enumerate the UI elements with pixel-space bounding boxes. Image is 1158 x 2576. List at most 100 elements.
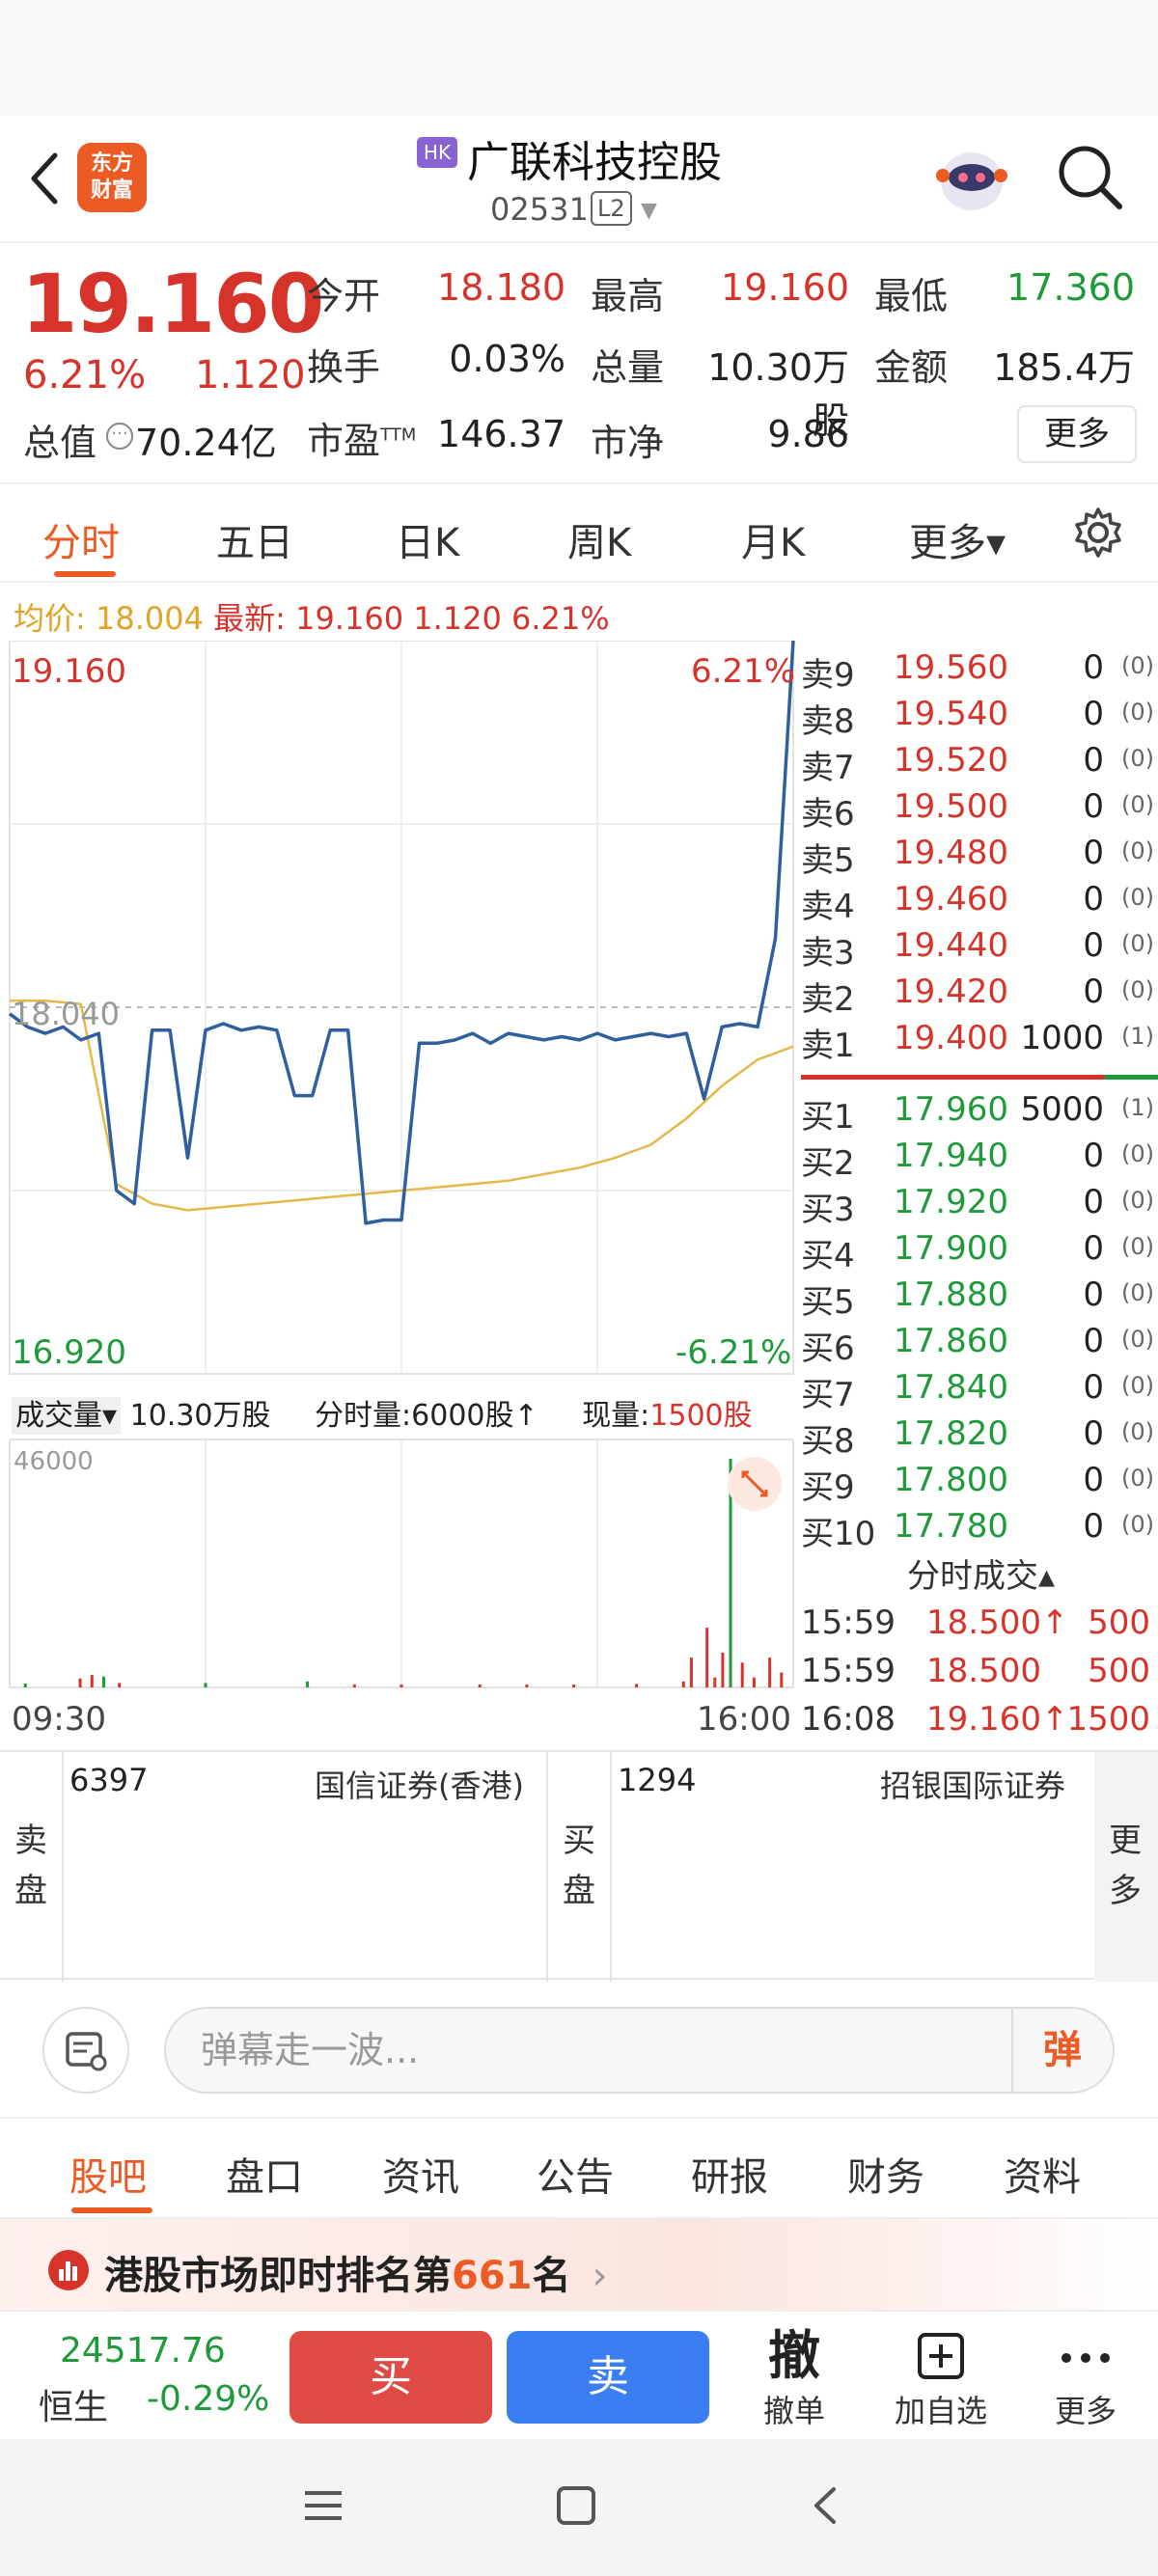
- orderbook-price: 17.800: [894, 1461, 1008, 1499]
- order-book: 卖9 19.560 0 (0) 卖8 19.540 0 (0) 卖7 19.520 0 (0) 卖6 19…: [801, 641, 1158, 1549]
- tab-research[interactable]: 研报: [691, 2146, 768, 2202]
- tab-weekly-k[interactable]: 周K: [567, 511, 631, 567]
- orderbook-row[interactable]: 卖5 19.480 0 (0): [801, 830, 1158, 880]
- more-brokers-button[interactable]: 更 多: [1094, 1752, 1158, 1982]
- orderbook-row[interactable]: 卖1 19.400 1000 (1): [801, 1015, 1158, 1065]
- orderbook-row[interactable]: 买4 17.900 0 (0): [801, 1225, 1158, 1275]
- more-actions-label: 更多: [1054, 2393, 1117, 2429]
- sell-broker-name[interactable]: 国信证券(香港): [315, 1762, 524, 1806]
- orderbook-price: 17.920: [894, 1183, 1008, 1221]
- tab-forum[interactable]: 股吧: [69, 2146, 147, 2202]
- expand-chart-button[interactable]: [728, 1457, 782, 1511]
- orderbook-row[interactable]: 买5 17.880 0 (0): [801, 1272, 1158, 1322]
- tick-volume: 分时量:6000股↑: [315, 1399, 538, 1433]
- chevron-down-icon[interactable]: ▼: [641, 199, 657, 223]
- orderbook-row[interactable]: 卖4 19.460 0 (0): [801, 876, 1158, 926]
- orderbook-count: (0): [1121, 1511, 1154, 1538]
- tab-market-depth[interactable]: 盘口: [226, 2146, 303, 2202]
- orderbook-count: (1): [1121, 1094, 1154, 1121]
- menu-icon[interactable]: [299, 2481, 347, 2530]
- back-button[interactable]: [21, 145, 69, 212]
- tab-monthly-k[interactable]: 月K: [741, 511, 805, 567]
- index-name[interactable]: 恒生: [39, 2379, 108, 2429]
- add-watchlist-button[interactable]: 加自选: [888, 2325, 994, 2431]
- danmaku-send-button[interactable]: 弹: [1011, 2009, 1112, 2092]
- volume-type-dropdown[interactable]: 成交量▾: [12, 1397, 122, 1435]
- tab-daily-k[interactable]: 日K: [396, 511, 459, 567]
- tick-volume: 500: [1088, 1652, 1150, 1690]
- divider: [62, 1752, 64, 1982]
- back-nav-icon[interactable]: [803, 2481, 851, 2530]
- orderbook-qty: 0: [1083, 787, 1104, 826]
- orderbook-price: 17.900: [894, 1229, 1008, 1268]
- orderbook-row[interactable]: 买8 17.820 0 (0): [801, 1411, 1158, 1461]
- volume-max-label: 46000: [14, 1447, 94, 1476]
- search-button[interactable]: [1052, 139, 1129, 216]
- index-percent[interactable]: -0.29%: [147, 2379, 269, 2419]
- level2-badge: L2: [591, 191, 632, 226]
- add-square-icon: [888, 2325, 994, 2387]
- tab-five-day[interactable]: 五日: [216, 511, 293, 567]
- orderbook-price: 19.520: [894, 741, 1008, 780]
- tab-more[interactable]: 更多▾: [909, 511, 1006, 567]
- orderbook-qty: 0: [1083, 741, 1104, 780]
- orderbook-divider: [801, 1075, 1158, 1080]
- orderbook-row[interactable]: 卖9 19.560 0 (0): [801, 644, 1158, 695]
- orderbook-row[interactable]: 买3 17.920 0 (0): [801, 1179, 1158, 1229]
- more-quote-button[interactable]: 更多: [1017, 405, 1137, 463]
- y-bottom-label: 16.920: [12, 1333, 126, 1372]
- cancel-order-button[interactable]: 撤 撤单: [741, 2325, 847, 2431]
- orderbook-level: 买7: [801, 1376, 855, 1414]
- buy-broker-name[interactable]: 招银国际证券: [880, 1762, 1065, 1806]
- orderbook-price: 19.460: [894, 880, 1008, 918]
- orderbook-level: 买8: [801, 1422, 855, 1461]
- app-logo[interactable]: 东方 财富: [77, 143, 147, 212]
- index-value[interactable]: 24517.76: [60, 2331, 226, 2370]
- orderbook-row[interactable]: 买9 17.800 0 (0): [801, 1457, 1158, 1507]
- orderbook-count: (0): [1121, 652, 1154, 679]
- danmaku-settings-button[interactable]: [42, 2007, 129, 2094]
- low-value: 17.360: [1006, 266, 1135, 309]
- home-icon[interactable]: [552, 2481, 600, 2530]
- change-percent: 6.21%: [23, 353, 147, 397]
- tab-profile[interactable]: 资料: [1004, 2146, 1081, 2202]
- latest-percent: 6.21%: [511, 600, 610, 637]
- danmaku-input[interactable]: 弹幕走一波...: [164, 2007, 1115, 2094]
- orderbook-row[interactable]: 买10 17.780 0 (0): [801, 1503, 1158, 1549]
- more-actions-button[interactable]: 更多: [1033, 2325, 1139, 2431]
- buy-side-label: 买 盘: [563, 1822, 595, 1910]
- market-badge: HK: [417, 137, 457, 168]
- orderbook-row[interactable]: 买7 17.840 0 (0): [801, 1364, 1158, 1414]
- buy-broker-id: 1294: [618, 1762, 697, 1798]
- orderbook-row[interactable]: 卖8 19.540 0 (0): [801, 691, 1158, 741]
- stock-code[interactable]: 02531: [490, 191, 589, 228]
- ranking-banner[interactable]: 港股市场即时排名第661名 ›: [0, 2219, 1158, 2310]
- tick-price: 19.160↑: [926, 1700, 1069, 1739]
- orderbook-row[interactable]: 卖2 19.420 0 (0): [801, 969, 1158, 1019]
- orderbook-level: 卖5: [801, 841, 855, 880]
- tab-intraday[interactable]: 分时: [42, 511, 120, 567]
- back-arrow-icon: [31, 152, 58, 205]
- intraday-chart[interactable]: 19.160 6.21% 18.040 16.920 -6.21% 成交量▾ 1…: [0, 641, 797, 1750]
- orderbook-row[interactable]: 买6 17.860 0 (0): [801, 1318, 1158, 1368]
- orderbook-qty: 0: [1083, 973, 1104, 1011]
- buy-button[interactable]: 买: [290, 2331, 492, 2424]
- orderbook-price: 17.960: [894, 1090, 1008, 1129]
- orderbook-count: (0): [1121, 884, 1154, 911]
- orderbook-row[interactable]: 卖3 19.440 0 (0): [801, 922, 1158, 973]
- orderbook-row[interactable]: 卖6 19.500 0 (0): [801, 783, 1158, 834]
- settings-button[interactable]: [1071, 506, 1125, 560]
- tab-financials[interactable]: 财务: [847, 2146, 924, 2202]
- orderbook-row[interactable]: 买2 17.940 0 (0): [801, 1133, 1158, 1183]
- sell-button[interactable]: 卖: [507, 2331, 709, 2424]
- tab-news[interactable]: 资讯: [382, 2146, 459, 2202]
- tick-trades-title[interactable]: 分时成交▴: [907, 1549, 1055, 1597]
- info-icon[interactable]: ···: [106, 423, 133, 450]
- orderbook-count: (0): [1121, 1418, 1154, 1445]
- orderbook-row[interactable]: 买1 17.960 5000 (1): [801, 1086, 1158, 1137]
- orderbook-row[interactable]: 卖7 19.520 0 (0): [801, 737, 1158, 787]
- danmaku-bar: 弹幕走一波... 弹: [0, 1980, 1158, 2119]
- orderbook-count: (1): [1121, 1023, 1154, 1050]
- robot-assistant-icon[interactable]: [931, 135, 1013, 217]
- tab-announcements[interactable]: 公告: [537, 2146, 614, 2202]
